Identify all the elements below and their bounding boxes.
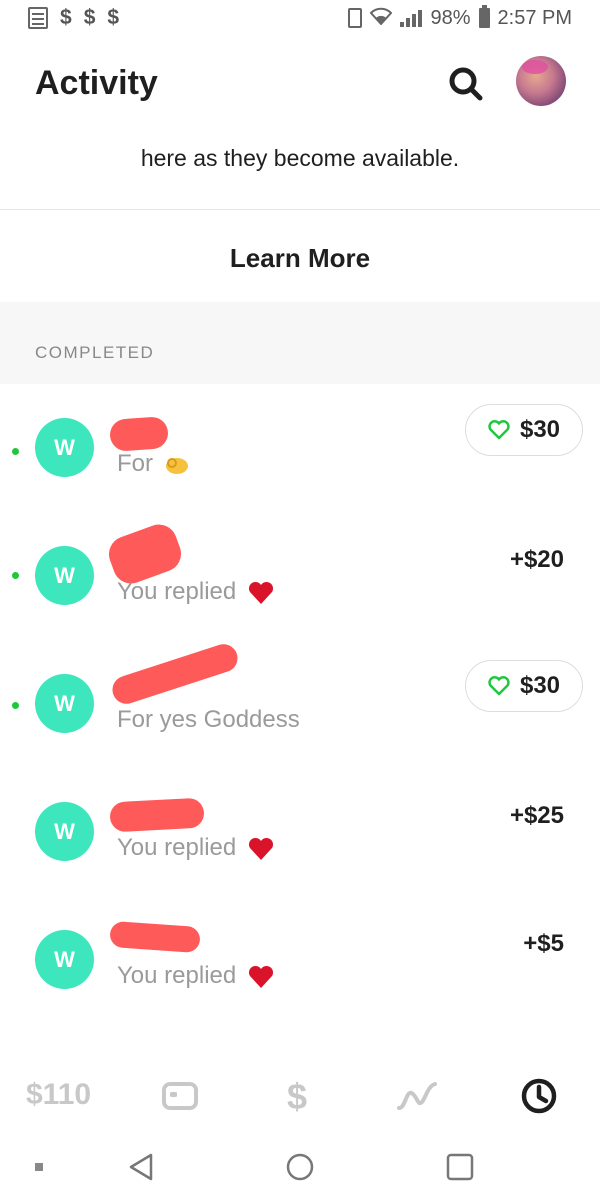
payment-note: You replied bbox=[117, 578, 275, 606]
clock: 2:57 PM bbox=[497, 6, 572, 29]
like-button[interactable]: $30 bbox=[465, 404, 583, 456]
unread-indicator bbox=[12, 572, 19, 579]
payment-note: You replied bbox=[117, 962, 275, 990]
heart-outline-icon bbox=[488, 420, 510, 440]
payment-amount: +$5 bbox=[523, 930, 564, 957]
dollar-notification-icon: $ bbox=[107, 6, 120, 29]
nav-dot bbox=[22, 1150, 56, 1184]
unread-indicator bbox=[12, 702, 19, 709]
balance-tab[interactable]: $110 bbox=[26, 1078, 91, 1112]
activity-row[interactable]: W You replied +$20 bbox=[0, 512, 600, 640]
contact-avatar: W bbox=[35, 418, 94, 477]
activity-row[interactable]: W You replied +$25 bbox=[0, 768, 600, 896]
activity-clock-icon bbox=[521, 1078, 557, 1114]
back-icon bbox=[129, 1153, 153, 1181]
info-text: here as they become available. bbox=[140, 145, 460, 171]
battery-icon bbox=[478, 5, 490, 28]
payment-note: For bbox=[117, 450, 190, 478]
learn-more-button[interactable]: Learn More bbox=[200, 236, 400, 280]
home-icon bbox=[286, 1153, 314, 1181]
vibrate-icon bbox=[348, 8, 363, 28]
section-header: COMPLETED bbox=[0, 302, 600, 384]
investing-tab[interactable] bbox=[395, 1076, 439, 1116]
payment-note: You replied bbox=[117, 834, 275, 862]
section-label: COMPLETED bbox=[35, 343, 155, 362]
redacted-name bbox=[109, 797, 205, 833]
redacted-name bbox=[108, 416, 170, 452]
investing-icon bbox=[397, 1082, 437, 1110]
card-icon bbox=[162, 1082, 198, 1110]
cash-tab[interactable]: $ bbox=[277, 1076, 321, 1116]
heart-outline-icon bbox=[488, 676, 510, 696]
heart-icon bbox=[248, 837, 273, 860]
payment-amount: $30 bbox=[519, 416, 561, 443]
ok-hand-icon bbox=[165, 457, 188, 474]
square-dot-icon bbox=[35, 1163, 43, 1171]
redacted-name bbox=[109, 920, 201, 954]
redacted-name bbox=[108, 640, 242, 708]
activity-row[interactable]: W For $30 bbox=[0, 384, 600, 512]
header: Activity bbox=[0, 36, 600, 132]
heart-icon bbox=[248, 965, 273, 988]
back-button[interactable] bbox=[124, 1150, 158, 1184]
payment-amount: $30 bbox=[519, 672, 561, 699]
profile-avatar[interactable] bbox=[516, 56, 566, 106]
recents-icon bbox=[446, 1153, 474, 1181]
unread-indicator bbox=[12, 448, 19, 455]
page-title: Activity bbox=[35, 64, 158, 102]
search-button[interactable] bbox=[446, 64, 486, 104]
contact-avatar: W bbox=[35, 546, 94, 605]
card-tab[interactable] bbox=[158, 1076, 202, 1116]
payment-amount: +$25 bbox=[509, 802, 564, 829]
activity-tab[interactable] bbox=[517, 1076, 561, 1116]
signal-icon bbox=[400, 9, 423, 27]
payment-note: For yes Goddess bbox=[117, 706, 300, 733]
dollar-notification-icon: $ bbox=[60, 6, 72, 29]
notification-icon bbox=[28, 7, 48, 29]
battery-percent: 98% bbox=[430, 6, 471, 29]
heart-icon bbox=[248, 581, 273, 604]
status-left: $ $ $ bbox=[28, 6, 119, 30]
status-right: 98% 2:57 PM bbox=[348, 5, 572, 30]
tab-bar: $110 $ bbox=[0, 1058, 600, 1134]
wifi-icon bbox=[370, 7, 393, 30]
activity-row[interactable]: W For yes Goddess $30 bbox=[0, 640, 600, 768]
contact-avatar: W bbox=[35, 674, 94, 733]
dollar-notification-icon: $ bbox=[83, 6, 96, 29]
divider bbox=[0, 209, 600, 210]
activity-row[interactable]: W You replied +$5 bbox=[0, 896, 600, 1024]
system-nav-bar bbox=[0, 1134, 600, 1200]
recents-button[interactable] bbox=[443, 1150, 477, 1184]
contact-avatar: W bbox=[35, 802, 94, 861]
like-button[interactable]: $30 bbox=[465, 660, 583, 712]
status-bar: $ $ $ 98% 2:57 PM bbox=[0, 0, 600, 36]
search-icon bbox=[449, 67, 483, 101]
home-button[interactable] bbox=[283, 1150, 317, 1184]
svg-text:$: $ bbox=[287, 1077, 307, 1115]
contact-avatar: W bbox=[35, 930, 94, 989]
dollar-icon: $ bbox=[287, 1077, 307, 1115]
payment-amount: +$20 bbox=[509, 546, 564, 573]
